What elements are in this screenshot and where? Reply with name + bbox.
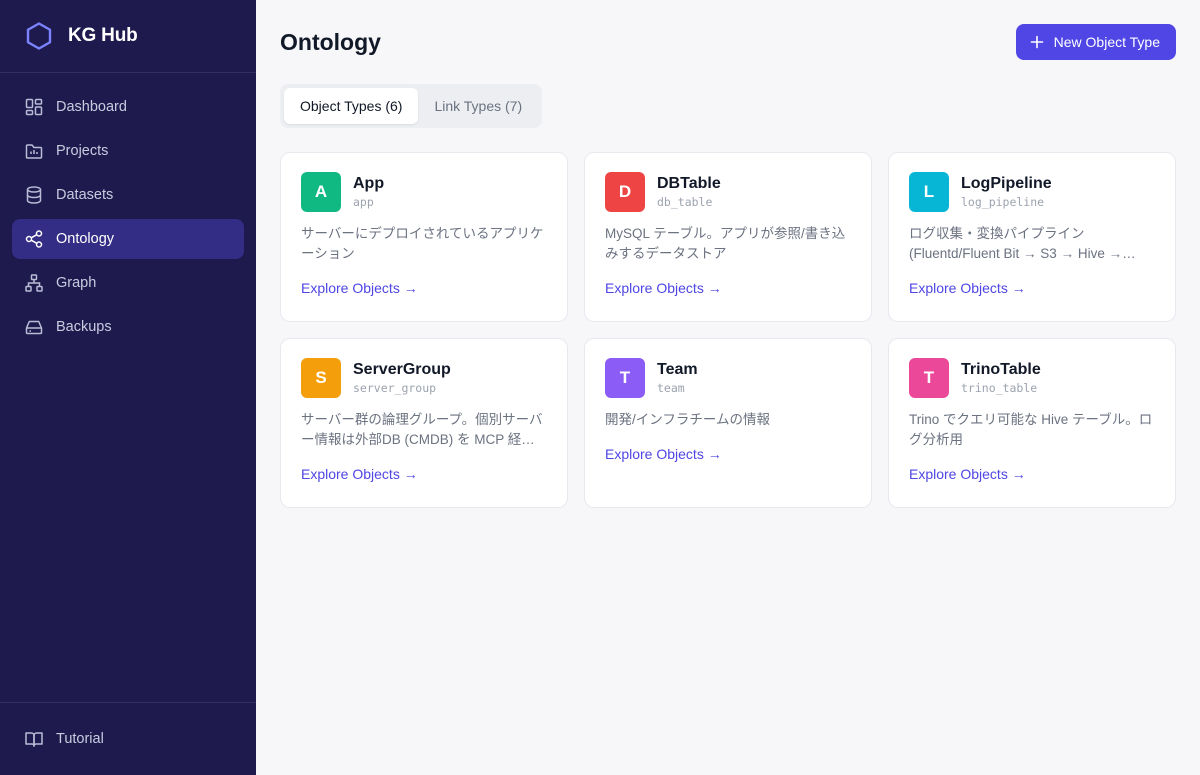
explore-objects-link[interactable]: Explore Objects → (301, 466, 418, 482)
new-object-type-label: New Object Type (1053, 34, 1160, 50)
explore-objects-link[interactable]: Explore Objects → (301, 280, 418, 296)
sidebar-item-label: Tutorial (56, 731, 104, 747)
object-type-name: DBTable (657, 175, 721, 192)
object-type-badge: S (301, 358, 341, 398)
object-type-card-servergroup[interactable]: S ServerGroup server_group サーバー群の論理グループ。… (280, 338, 568, 508)
object-type-api-name: server_group (353, 381, 437, 395)
page-title: Ontology (280, 28, 381, 55)
book-open-icon (24, 729, 44, 749)
sidebar-item-tutorial[interactable]: Tutorial (12, 719, 244, 759)
sidebar-item-label: Graph (56, 275, 97, 291)
sidebar-item-label: Dashboard (56, 99, 127, 115)
share-nodes-icon (24, 229, 44, 249)
folder-chart-icon (24, 141, 44, 161)
object-type-api-name: db_table (657, 195, 713, 209)
object-type-card-trinotable[interactable]: T TrinoTable trino_table Trino でクエリ可能な H… (888, 338, 1176, 508)
sidebar-item-label: Projects (56, 143, 109, 159)
explore-objects-link[interactable]: Explore Objects → (909, 280, 1026, 296)
type-tabs: Object Types (6) Link Types (7) (280, 84, 543, 128)
object-type-name: App (353, 175, 385, 192)
object-type-badge: A (301, 172, 341, 212)
explore-objects-link[interactable]: Explore Objects → (605, 280, 722, 296)
object-type-description: Trino でクエリ可能な Hive テーブル。ログ分析用 (909, 412, 1153, 447)
object-type-name: ServerGroup (353, 361, 451, 378)
object-type-api-name: app (353, 195, 374, 209)
app-title: KG Hub (68, 25, 138, 46)
object-type-description: 開発/インフラチームの情報 (605, 412, 770, 427)
object-type-name: LogPipeline (961, 175, 1052, 192)
object-type-badge: L (909, 172, 949, 212)
object-type-api-name: log_pipeline (961, 195, 1045, 209)
sidebar-nav: Dashboard Projects Datasets Ontology Gra… (0, 73, 256, 347)
sidebar-item-graph[interactable]: Graph (12, 263, 244, 303)
page-header: Ontology New Object Type (280, 0, 1176, 84)
object-type-description: ログ収集・変換パイプライン (Fluentd/Fluent Bit → S3 →… (909, 226, 1136, 261)
object-type-description: サーバー群の論理グループ。個別サーバー情報は外部DB (CMDB) を MCP … (301, 412, 543, 447)
object-type-name: Team (657, 361, 698, 378)
database-icon (24, 185, 44, 205)
object-type-name: TrinoTable (961, 361, 1041, 378)
sidebar: KG Hub Dashboard Projects Datasets Ontol… (0, 0, 256, 775)
plus-icon (1030, 35, 1043, 49)
object-type-card-team[interactable]: T Team team 開発/インフラチームの情報 Explore Object… (584, 338, 872, 508)
brand[interactable]: KG Hub (0, 0, 256, 73)
object-type-badge: T (909, 358, 949, 398)
sidebar-item-label: Datasets (56, 187, 114, 203)
object-type-description: サーバーにデプロイされているアプリケーション (301, 226, 544, 261)
object-type-badge: T (605, 358, 645, 398)
dashboard-icon (24, 97, 44, 117)
explore-objects-link[interactable]: Explore Objects → (909, 466, 1026, 482)
object-type-card-app[interactable]: A App app サーバーにデプロイされているアプリケーション Explore… (280, 152, 568, 322)
object-type-description: MySQL テーブル。アプリが参照/書き込みするデータストア (605, 226, 846, 261)
sidebar-item-label: Backups (56, 319, 112, 335)
object-type-card-logpipeline[interactable]: L LogPipeline log_pipeline ログ収集・変換パイプライン… (888, 152, 1176, 322)
sidebar-item-label: Ontology (56, 231, 115, 247)
object-type-badge: D (605, 172, 645, 212)
object-type-card-dbtable[interactable]: D DBTable db_table MySQL テーブル。アプリが参照/書き込… (584, 152, 872, 322)
explore-objects-link[interactable]: Explore Objects → (605, 446, 722, 462)
object-type-grid: A App app サーバーにデプロイされているアプリケーション Explore… (280, 152, 1176, 508)
sidebar-item-dashboard[interactable]: Dashboard (12, 87, 244, 127)
new-object-type-button[interactable]: New Object Type (1015, 24, 1176, 60)
main-content: Ontology New Object Type Object Types (6… (256, 0, 1200, 775)
hierarchy-icon (24, 273, 44, 293)
sidebar-item-backups[interactable]: Backups (12, 307, 244, 347)
object-type-api-name: team (657, 381, 685, 395)
hard-drive-icon (24, 317, 44, 337)
sidebar-footer: Tutorial (0, 702, 256, 775)
sidebar-item-ontology[interactable]: Ontology (12, 219, 244, 259)
sidebar-item-datasets[interactable]: Datasets (12, 175, 244, 215)
tab-object-types[interactable]: Object Types (6) (284, 88, 419, 124)
hexagon-logo-icon (24, 21, 54, 51)
object-type-api-name: trino_table (961, 381, 1038, 395)
tab-link-types[interactable]: Link Types (7) (418, 88, 538, 124)
sidebar-item-projects[interactable]: Projects (12, 131, 244, 171)
